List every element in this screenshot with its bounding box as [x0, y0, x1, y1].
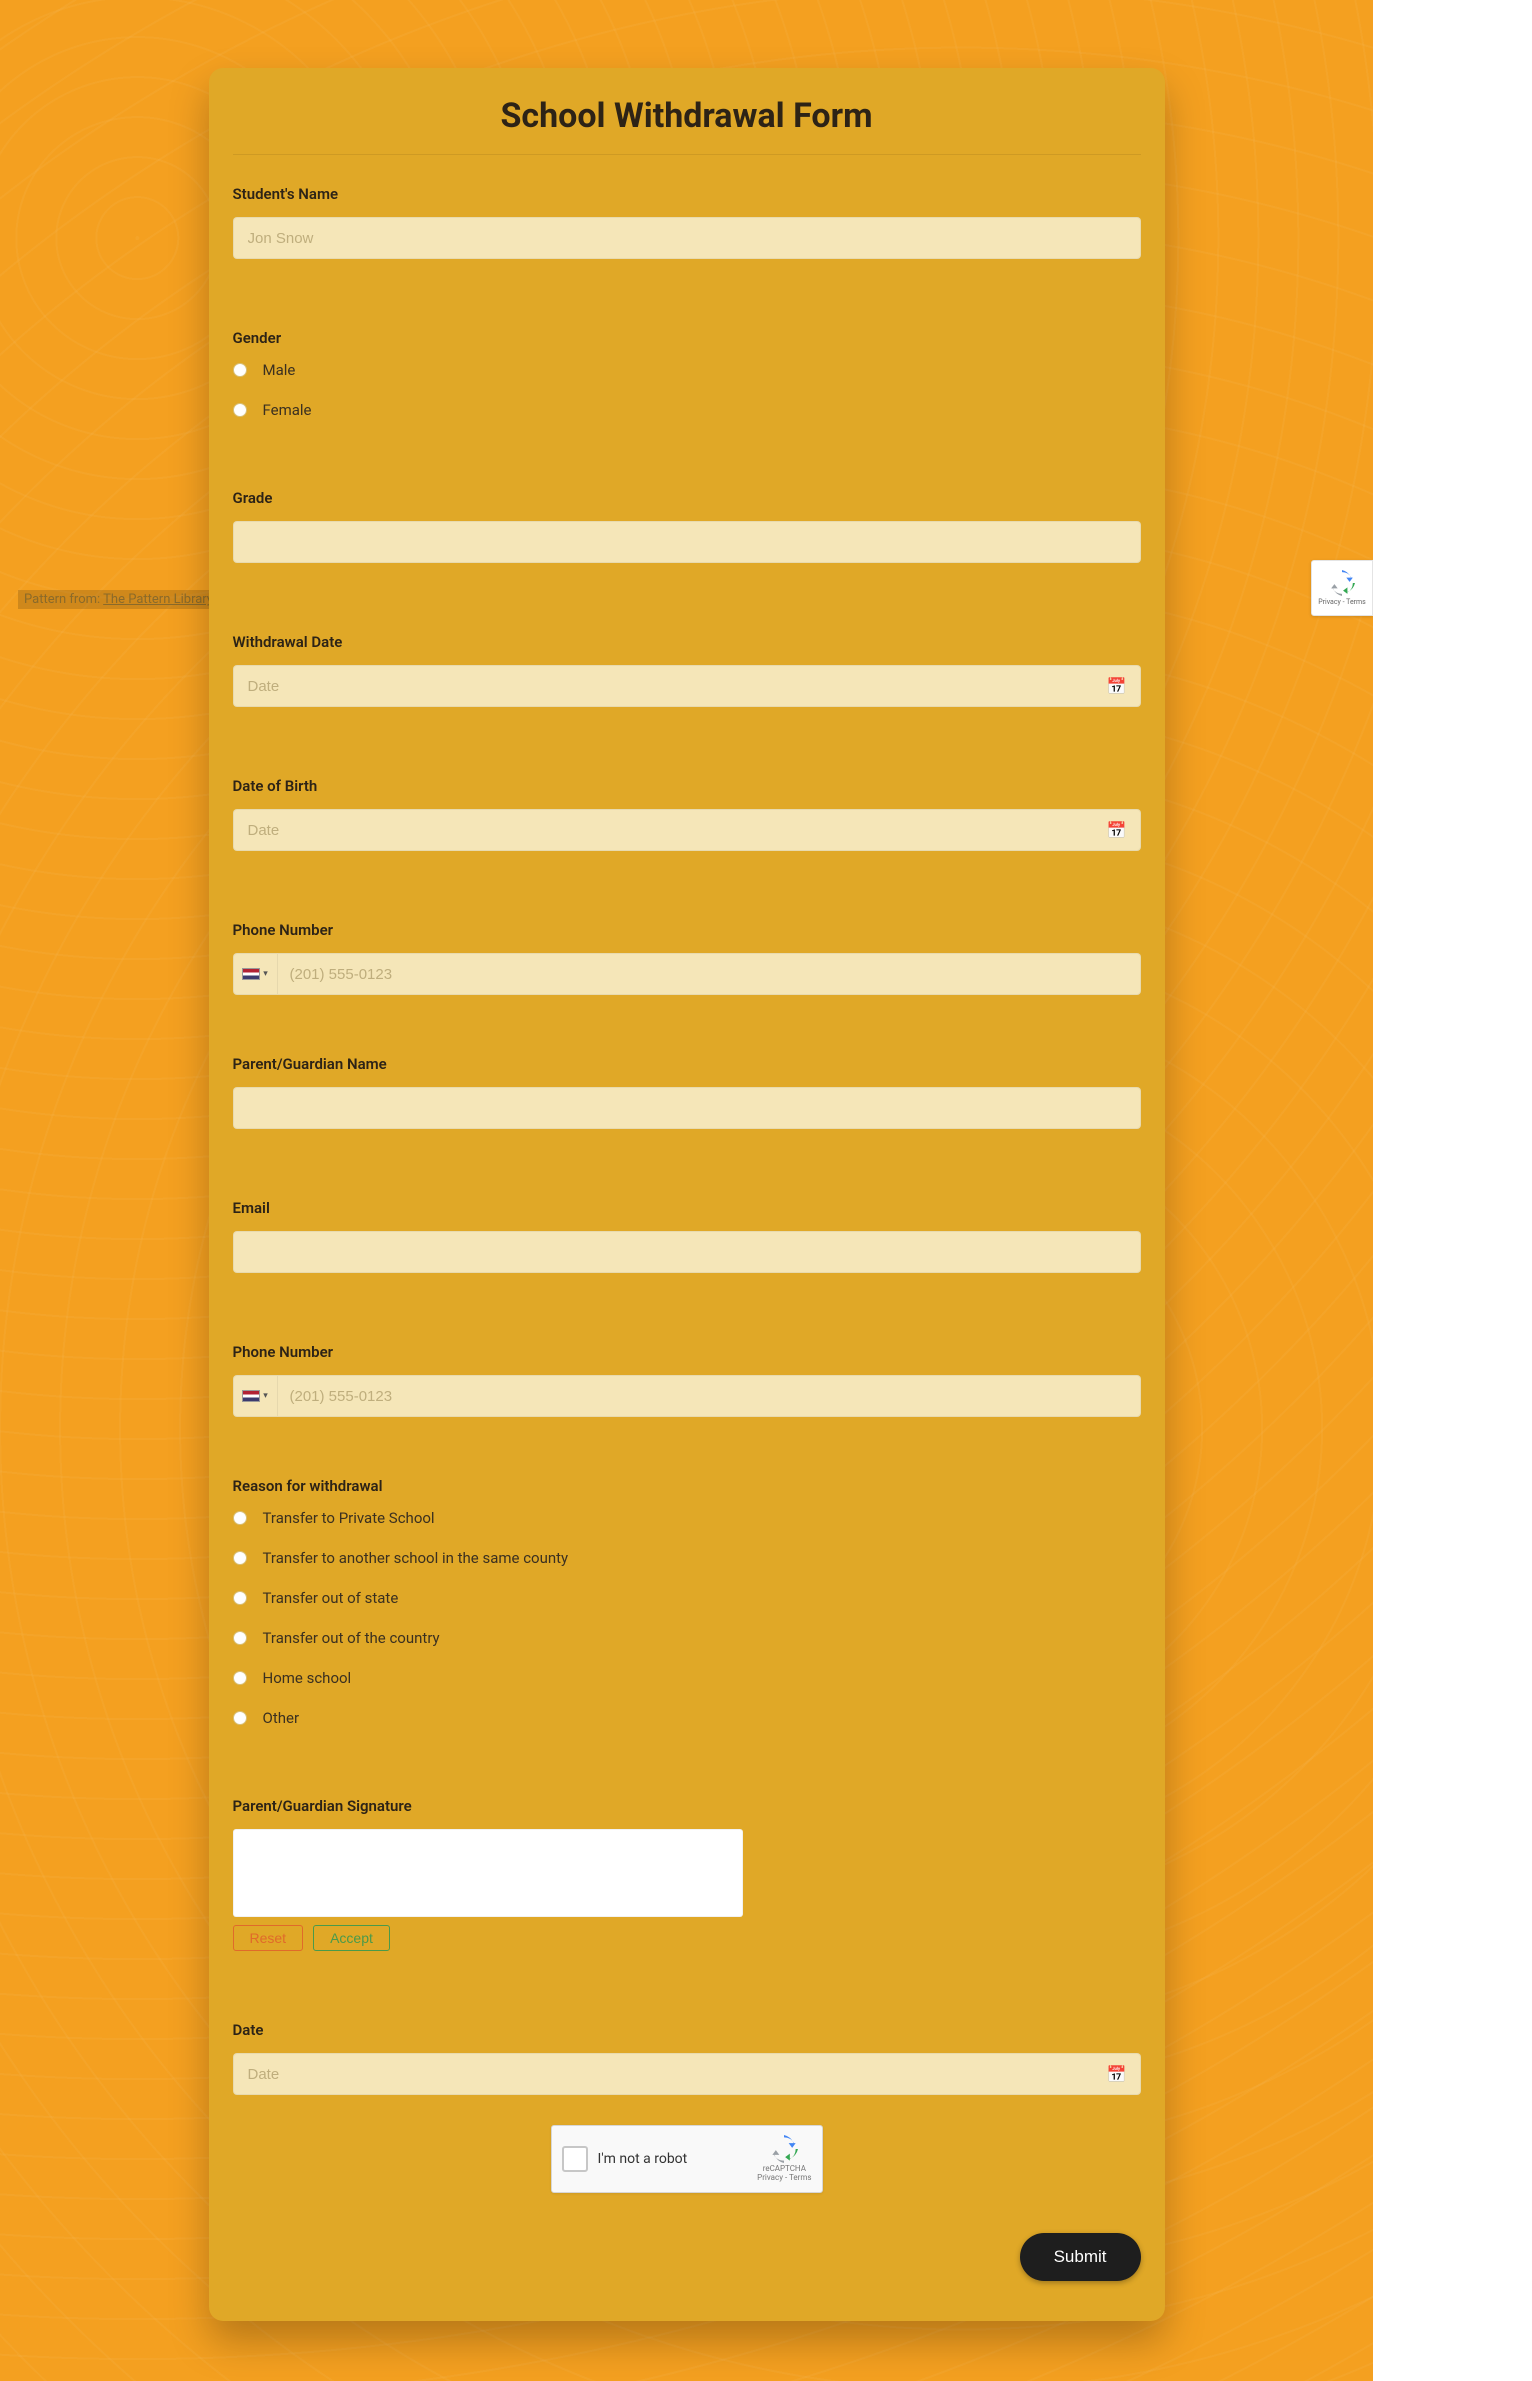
field-reason: Reason for withdrawal Transfer to Privat… — [233, 1477, 1141, 1727]
radio-dot-icon — [233, 363, 247, 377]
radio-label: Transfer out of state — [263, 1589, 399, 1607]
input-grade[interactable] — [233, 521, 1141, 563]
recaptcha-terms: Privacy - Terms — [757, 2174, 811, 2183]
signature-reset-button[interactable]: Reset — [233, 1925, 304, 1951]
page-title: School Withdrawal Form — [233, 96, 1141, 155]
label-phone-1: Phone Number — [233, 921, 1141, 939]
credit-prefix: Pattern from: — [24, 592, 103, 607]
country-selector[interactable]: ▾ — [234, 1376, 278, 1416]
signature-accept-button[interactable]: Accept — [313, 1925, 390, 1951]
input-student-name[interactable] — [233, 217, 1141, 259]
radio-reason-same-county[interactable]: Transfer to another school in the same c… — [233, 1549, 1141, 1567]
recaptcha-badge: reCAPTCHA Privacy - Terms — [757, 2135, 811, 2183]
radio-reason-private[interactable]: Transfer to Private School — [233, 1509, 1141, 1527]
radio-label: Transfer out of the country — [263, 1629, 440, 1647]
chevron-down-icon: ▾ — [263, 969, 268, 979]
radio-label: Transfer to Private School — [263, 1509, 435, 1527]
field-date: Date 📅 — [233, 2021, 1141, 2095]
submit-button[interactable]: Submit — [1020, 2233, 1141, 2281]
input-dob[interactable] — [233, 809, 1141, 851]
country-selector[interactable]: ▾ — [234, 954, 278, 994]
pattern-credit: Pattern from: The Pattern Library — [18, 590, 219, 609]
flag-us-icon — [242, 1390, 260, 1402]
label-reason: Reason for withdrawal — [233, 1477, 1141, 1495]
label-phone-2: Phone Number — [233, 1343, 1141, 1361]
page-background: Pattern from: The Pattern Library School… — [0, 0, 1373, 2381]
field-email: Email — [233, 1199, 1141, 1273]
recaptcha-float-badge[interactable]: Privacy - Terms — [1311, 560, 1373, 616]
input-email[interactable] — [233, 1231, 1141, 1273]
radio-reason-out-country[interactable]: Transfer out of the country — [233, 1629, 1141, 1647]
radio-dot-icon — [233, 1511, 247, 1525]
radio-reason-home-school[interactable]: Home school — [233, 1669, 1141, 1687]
radio-label: Female — [263, 401, 312, 419]
recaptcha-widget[interactable]: I'm not a robot reCAPTCHA Privacy - Term… — [551, 2125, 823, 2193]
signature-pad[interactable] — [233, 1829, 743, 1917]
radio-dot-icon — [233, 1711, 247, 1725]
radio-dot-icon — [233, 1631, 247, 1645]
label-gender: Gender — [233, 329, 1141, 347]
input-parent-name[interactable] — [233, 1087, 1141, 1129]
field-grade: Grade — [233, 489, 1141, 563]
label-parent-name: Parent/Guardian Name — [233, 1055, 1141, 1073]
radio-label: Transfer to another school in the same c… — [263, 1549, 569, 1567]
recaptcha-icon — [1329, 570, 1355, 596]
recaptcha-float-terms: Privacy - Terms — [1318, 598, 1366, 606]
input-phone-1[interactable] — [278, 954, 1140, 994]
radio-gender-male[interactable]: Male — [233, 361, 1141, 379]
radio-dot-icon — [233, 1551, 247, 1565]
field-phone-1: Phone Number ▾ — [233, 921, 1141, 995]
input-phone-2[interactable] — [278, 1376, 1140, 1416]
field-signature: Parent/Guardian Signature Reset Accept — [233, 1797, 1141, 1951]
radio-dot-icon — [233, 1591, 247, 1605]
label-student-name: Student's Name — [233, 185, 1141, 203]
form-card: School Withdrawal Form Student's Name Ge… — [209, 68, 1165, 2321]
radio-gender-female[interactable]: Female — [233, 401, 1141, 419]
field-dob: Date of Birth 📅 — [233, 777, 1141, 851]
credit-link[interactable]: The Pattern Library — [103, 592, 213, 607]
field-gender: Gender Male Female — [233, 329, 1141, 419]
radio-label: Other — [263, 1709, 300, 1727]
label-dob: Date of Birth — [233, 777, 1141, 795]
field-student-name: Student's Name — [233, 185, 1141, 259]
recaptcha-icon — [770, 2135, 798, 2163]
label-signature: Parent/Guardian Signature — [233, 1797, 1141, 1815]
field-phone-2: Phone Number ▾ — [233, 1343, 1141, 1417]
recaptcha-label: I'm not a robot — [598, 2151, 748, 2167]
radio-reason-other[interactable]: Other — [233, 1709, 1141, 1727]
radio-label: Male — [263, 361, 296, 379]
field-withdrawal-date: Withdrawal Date 📅 — [233, 633, 1141, 707]
radio-dot-icon — [233, 403, 247, 417]
label-email: Email — [233, 1199, 1141, 1217]
label-withdrawal-date: Withdrawal Date — [233, 633, 1141, 651]
recaptcha-checkbox[interactable] — [562, 2146, 588, 2172]
label-date: Date — [233, 2021, 1141, 2039]
input-withdrawal-date[interactable] — [233, 665, 1141, 707]
radio-reason-out-state[interactable]: Transfer out of state — [233, 1589, 1141, 1607]
input-date[interactable] — [233, 2053, 1141, 2095]
field-parent-name: Parent/Guardian Name — [233, 1055, 1141, 1129]
radio-dot-icon — [233, 1671, 247, 1685]
flag-us-icon — [242, 968, 260, 980]
chevron-down-icon: ▾ — [263, 1391, 268, 1401]
right-blank-panel — [1373, 0, 1532, 2294]
radio-label: Home school — [263, 1669, 352, 1687]
label-grade: Grade — [233, 489, 1141, 507]
